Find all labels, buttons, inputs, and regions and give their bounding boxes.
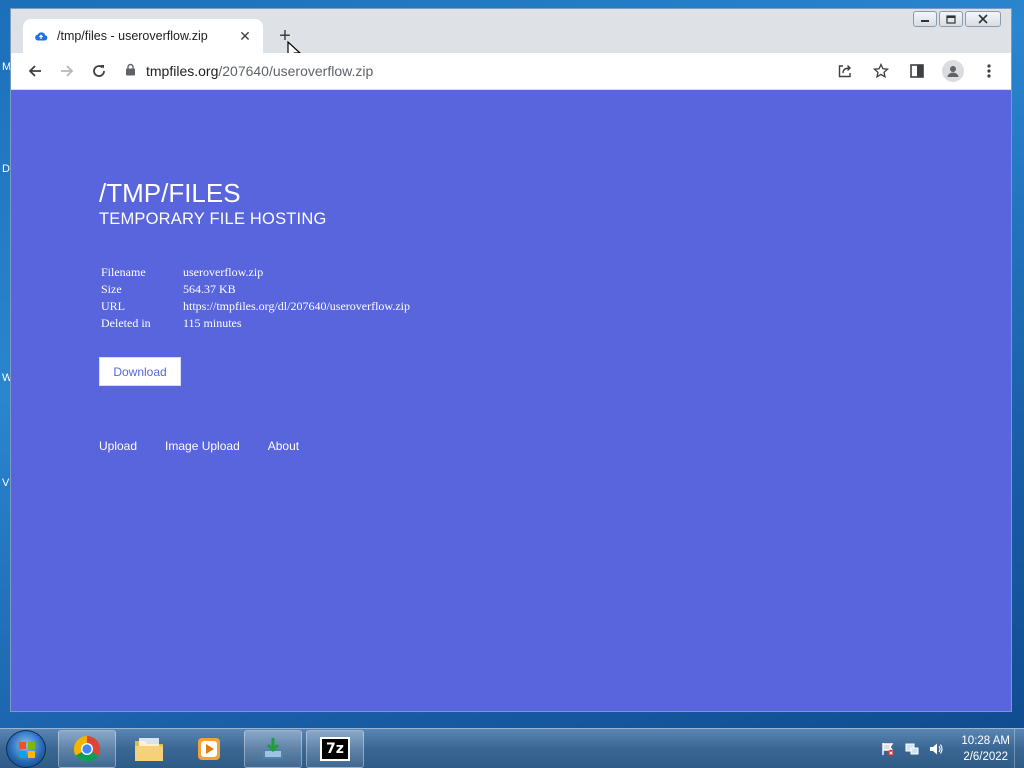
clock-time: 10:28 AM bbox=[961, 735, 1010, 747]
address-bar[interactable]: tmpfiles.org/207640/useroverflow.zip bbox=[125, 57, 825, 85]
table-row: Size 564.37 KB bbox=[101, 281, 410, 298]
arrow-left-icon bbox=[28, 65, 41, 77]
cloud-upload-icon bbox=[33, 28, 49, 44]
page-title: /TMP/FILES bbox=[99, 178, 241, 208]
forward-button[interactable] bbox=[53, 57, 81, 85]
kebab-menu-icon bbox=[987, 64, 991, 78]
toolbar-actions bbox=[831, 57, 1003, 85]
profile-button[interactable] bbox=[939, 57, 967, 85]
star-icon bbox=[873, 63, 889, 79]
table-row: URL https://tmpfiles.org/dl/207640/usero… bbox=[101, 298, 410, 315]
taskbar-media-player[interactable] bbox=[180, 730, 238, 768]
tab-strip: /tmp/files - useroverflow.zip ✕ + bbox=[11, 9, 1011, 62]
back-button[interactable] bbox=[21, 57, 49, 85]
clock[interactable]: 10:28 AM 2/6/2022 bbox=[961, 733, 1010, 765]
url-path: /207640/useroverflow.zip bbox=[218, 63, 374, 79]
table-row: Deleted in 115 minutes bbox=[101, 315, 410, 332]
menu-button[interactable] bbox=[975, 57, 1003, 85]
7zip-icon: 7z bbox=[320, 737, 350, 761]
side-panel-icon bbox=[910, 64, 924, 78]
deleted-label: Deleted in bbox=[101, 316, 151, 330]
filename-label: Filename bbox=[101, 265, 146, 279]
tab-close-icon[interactable]: ✕ bbox=[237, 28, 253, 45]
url-host: tmpfiles.org bbox=[146, 63, 219, 79]
network-icon[interactable] bbox=[903, 740, 921, 758]
clock-date: 2/6/2022 bbox=[963, 751, 1009, 763]
file-info-table: Filename useroverflow.zip Size 564.37 KB… bbox=[101, 264, 410, 332]
taskbar: 7z 10:28 AM 2/6/2022 bbox=[0, 728, 1024, 768]
avatar bbox=[942, 60, 964, 82]
browser-toolbar: tmpfiles.org/207640/useroverflow.zip bbox=[11, 53, 1011, 90]
table-row: Filename useroverflow.zip bbox=[101, 264, 410, 281]
reload-icon bbox=[93, 65, 105, 77]
bookmark-button[interactable] bbox=[867, 57, 895, 85]
lock-icon bbox=[125, 63, 136, 79]
browser-window: /tmp/files - useroverflow.zip ✕ + tmpfil… bbox=[10, 8, 1012, 712]
chrome-icon bbox=[73, 735, 100, 763]
side-panel-button[interactable] bbox=[903, 57, 931, 85]
reload-button[interactable] bbox=[85, 57, 113, 85]
tab-active[interactable]: /tmp/files - useroverflow.zip ✕ bbox=[23, 19, 263, 53]
share-button[interactable] bbox=[831, 57, 859, 85]
footer-nav: Upload Image Upload About bbox=[99, 439, 299, 453]
taskbar-installer[interactable] bbox=[244, 730, 302, 768]
url-label: URL bbox=[101, 299, 125, 313]
deleted-value: 115 minutes bbox=[183, 316, 242, 330]
download-button[interactable]: Download bbox=[99, 357, 181, 386]
share-icon bbox=[838, 65, 851, 78]
volume-icon[interactable] bbox=[927, 740, 945, 758]
url-value: https://tmpfiles.org/dl/207640/useroverf… bbox=[183, 299, 410, 313]
size-value: 564.37 KB bbox=[183, 282, 236, 296]
taskbar-chrome[interactable] bbox=[58, 730, 116, 768]
page-subtitle: TEMPORARY FILE HOSTING bbox=[99, 210, 327, 228]
desktop-letter: D bbox=[2, 163, 10, 175]
upload-link[interactable]: Upload bbox=[99, 439, 137, 453]
windows-logo-icon bbox=[19, 742, 35, 758]
image-upload-link[interactable]: Image Upload bbox=[165, 439, 240, 453]
system-tray: 10:28 AM 2/6/2022 bbox=[879, 729, 1010, 768]
about-link[interactable]: About bbox=[268, 439, 299, 453]
filename-value: useroverflow.zip bbox=[183, 265, 264, 279]
taskbar-explorer[interactable] bbox=[120, 730, 178, 768]
desktop-letter: V bbox=[2, 477, 10, 489]
size-label: Size bbox=[101, 282, 122, 296]
show-desktop-button[interactable] bbox=[1014, 729, 1024, 768]
taskbar-7zip[interactable]: 7z bbox=[306, 730, 364, 768]
person-icon bbox=[947, 66, 959, 77]
action-center-icon[interactable] bbox=[879, 740, 897, 758]
media-player-icon bbox=[198, 738, 220, 760]
page-viewport: /TMP/FILES TEMPORARY FILE HOSTING Filena… bbox=[11, 90, 1011, 711]
explorer-folder-icon bbox=[135, 738, 163, 761]
installer-icon bbox=[263, 738, 283, 759]
7zip-label: 7z bbox=[326, 741, 344, 757]
arrow-right-icon bbox=[61, 65, 74, 77]
start-button[interactable] bbox=[6, 730, 46, 768]
tab-title: /tmp/files - useroverflow.zip bbox=[57, 29, 208, 43]
